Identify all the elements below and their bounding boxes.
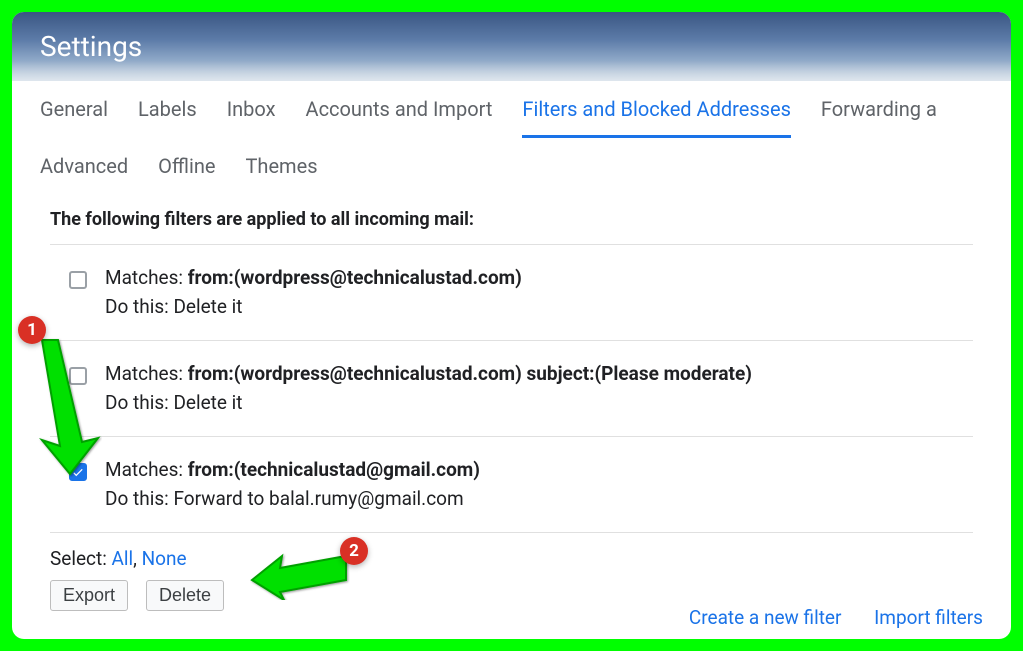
annotation-callout-1: 1 — [18, 316, 46, 344]
settings-header: Settings — [12, 12, 1011, 81]
create-filter-link[interactable]: Create a new filter — [689, 606, 842, 629]
annotation-arrow-2 — [250, 550, 350, 600]
tab-offline[interactable]: Offline — [158, 138, 215, 192]
filter-text: Matches: from:(technicalustad@gmail.com)… — [105, 455, 973, 514]
tab-forwarding[interactable]: Forwarding a — [821, 81, 937, 138]
tab-themes[interactable]: Themes — [246, 138, 318, 192]
page-title: Settings — [40, 30, 983, 63]
select-row: Select: All, None — [50, 533, 973, 576]
select-all-link[interactable]: All — [112, 547, 134, 570]
filter-text: Matches: from:(wordpress@technicalustad.… — [105, 263, 973, 322]
tab-labels[interactable]: Labels — [138, 81, 197, 138]
annotation-callout-2: 2 — [340, 537, 368, 565]
bottom-links: Create a new filter Import filters — [661, 606, 983, 629]
filters-intro: The following filters are applied to all… — [50, 209, 973, 245]
annotation-arrow-1 — [24, 332, 102, 477]
filter-text: Matches: from:(wordpress@technicalustad.… — [105, 359, 973, 418]
export-button[interactable]: Export — [50, 580, 128, 611]
tab-filters[interactable]: Filters and Blocked Addresses — [522, 81, 791, 138]
filter-row: Matches: from:(wordpress@technicalustad.… — [50, 245, 973, 341]
tab-accounts[interactable]: Accounts and Import — [306, 81, 493, 138]
select-none-link[interactable]: None — [142, 547, 187, 570]
delete-button[interactable]: Delete — [146, 580, 224, 611]
tab-advanced[interactable]: Advanced — [40, 138, 128, 192]
filter-row: Matches: from:(wordpress@technicalustad.… — [50, 341, 973, 437]
filter-row: Matches: from:(technicalustad@gmail.com)… — [50, 437, 973, 533]
tab-general[interactable]: General — [40, 81, 108, 138]
filter-checkbox-1[interactable] — [69, 271, 87, 289]
settings-tabs: General Labels Inbox Accounts and Import… — [12, 81, 1011, 193]
tab-inbox[interactable]: Inbox — [227, 81, 276, 138]
import-filters-link[interactable]: Import filters — [874, 606, 983, 629]
